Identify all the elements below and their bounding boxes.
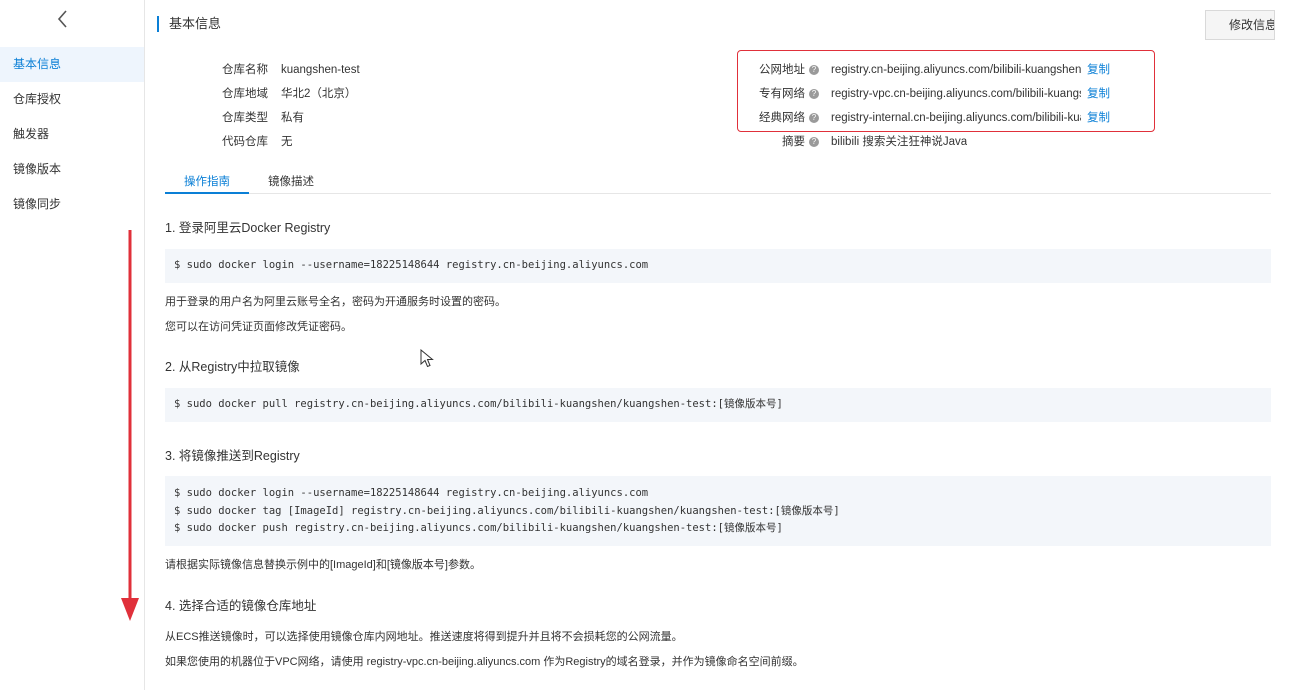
info-label: 仓库类型 — [222, 112, 268, 124]
summary-value: bilibili 搜索关注狂神说Java — [831, 136, 968, 148]
sidebar-item-image-versions[interactable]: 镜像版本 — [0, 152, 144, 187]
code-line: $ sudo docker tag [ImageId] registry.cn-… — [174, 504, 840, 517]
step-2-code-block[interactable]: $ sudo docker pull registry.cn-beijing.a… — [165, 388, 1271, 422]
step-3-title: 3. 将镜像推送到Registry — [165, 449, 300, 463]
page-title: 基本信息 — [157, 16, 221, 32]
sidebar-item-trigger[interactable]: 触发器 — [0, 117, 144, 152]
question-icon[interactable]: ? — [809, 136, 819, 147]
tab-bar: 操作指南 镜像描述 — [165, 172, 1271, 194]
step-1-code-block[interactable]: $ sudo docker login --username=182251486… — [165, 249, 1271, 283]
step-1-note-2: 您可以在访问凭证页面修改凭证密码。 — [165, 321, 352, 333]
tab-operation-guide[interactable]: 操作指南 — [165, 172, 249, 194]
step-1-title: 1. 登录阿里云Docker Registry — [165, 221, 331, 235]
code-line: $ sudo docker push registry.cn-beijing.a… — [174, 522, 783, 534]
tab-image-description[interactable]: 镜像描述 — [249, 172, 333, 194]
red-highlight-box — [737, 50, 1155, 132]
info-label: 仓库名称 — [222, 64, 268, 76]
red-arrow-annotation — [121, 230, 139, 621]
step-2-title: 2. 从Registry中拉取镜像 — [165, 360, 300, 374]
mouse-cursor-icon — [420, 349, 434, 368]
sidebar-nav: 基本信息 仓库授权 触发器 镜像版本 镜像同步 — [0, 47, 144, 222]
info-label: 代码仓库 — [222, 136, 268, 148]
step-4-title: 4. 选择合适的镜像仓库地址 — [165, 599, 317, 613]
sidebar-item-basic-info[interactable]: 基本信息 — [0, 47, 144, 82]
chevron-left-icon — [57, 10, 67, 28]
step-3-note: 请根据实际镜像信息替换示例中的[ImageId]和[镜像版本号]参数。 — [165, 559, 481, 571]
step-4-note-2: 如果您使用的机器位于VPC网络，请使用 registry-vpc.cn-beij… — [165, 656, 804, 668]
info-row-repo-region: 仓库地域 华北2（北京） — [145, 84, 356, 104]
sidebar-item-repo-auth[interactable]: 仓库授权 — [0, 82, 144, 117]
info-label: 仓库地域 — [222, 88, 268, 100]
info-value: 无 — [281, 136, 293, 148]
edit-info-button[interactable]: 修改信息 — [1205, 10, 1275, 40]
main-content: 基本信息 修改信息 仓库名称 kuangshen-test 仓库地域 华北2（北京）… — [145, 0, 1296, 690]
step-1-note-1: 用于登录的用户名为阿里云账号全名，密码为开通服务时设置的密码。 — [165, 296, 506, 308]
step-3-code-block[interactable]: $ sudo docker login --username=182251486… — [165, 476, 1271, 546]
info-label: 摘要 — [782, 136, 805, 148]
step-4-note-1: 从ECS推送镜像时，可以选择使用镜像仓库内网地址。推送速度将得到提升并且将不会损… — [165, 631, 683, 643]
info-row-repo-name: 仓库名称 kuangshen-test — [145, 60, 360, 80]
info-row-repo-type: 仓库类型 私有 — [145, 108, 304, 128]
info-row-code-repo: 代码仓库 无 — [145, 132, 293, 152]
code-line: $ sudo docker login --username=182251486… — [174, 487, 649, 499]
info-value: kuangshen-test — [281, 64, 360, 76]
back-button[interactable] — [48, 4, 78, 34]
info-value: 华北2（北京） — [281, 88, 357, 100]
info-row-summary: 摘要? bilibili 搜索关注狂神说Java — [705, 132, 967, 152]
code-line: $ sudo docker login --username=182251486… — [174, 259, 649, 271]
code-line: $ sudo docker pull registry.cn-beijing.a… — [174, 398, 783, 410]
sidebar-item-image-sync[interactable]: 镜像同步 — [0, 187, 144, 222]
info-value: 私有 — [281, 112, 304, 124]
